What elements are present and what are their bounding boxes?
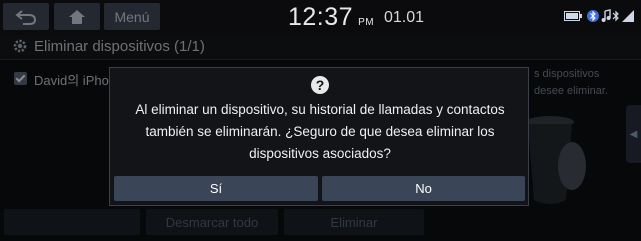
clock-time: 12:37 (288, 3, 354, 31)
home-button[interactable] (54, 3, 100, 30)
signal-icon (622, 10, 634, 22)
bluetooth-phone-icon (612, 10, 619, 22)
date: 01.01 (384, 9, 425, 26)
question-icon: ? (311, 76, 329, 94)
back-button[interactable] (3, 3, 49, 30)
music-note-icon (601, 9, 611, 22)
menu-label: Menú (114, 8, 150, 25)
yes-button[interactable]: Sí (114, 176, 318, 201)
battery-icon (564, 11, 582, 21)
dialog-message: Al eliminar un dispositivo, su historial… (135, 102, 505, 161)
clock-ampm: PM (358, 17, 375, 28)
back-icon (15, 9, 37, 25)
no-button[interactable]: No (322, 176, 525, 201)
home-icon (69, 9, 85, 24)
menu-button[interactable]: Menú (104, 3, 160, 30)
clock: 12:37 PM (288, 3, 374, 32)
bluetooth-icon (587, 10, 599, 22)
